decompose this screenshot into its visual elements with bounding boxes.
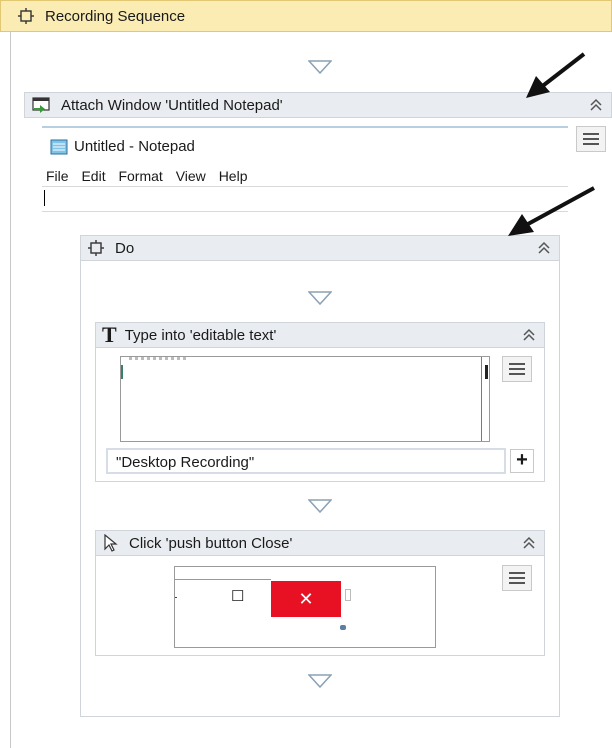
text-caret [44,190,45,206]
click-menu-button[interactable] [502,565,532,591]
workflow-icon [87,239,105,257]
collapse-icon[interactable] [537,241,551,255]
type-into-menu-button[interactable] [502,356,532,382]
collapse-icon[interactable] [522,328,536,342]
type-into-text-field[interactable]: "Desktop Recording" [106,448,506,474]
menu-help: Help [218,168,248,184]
attach-window-title: Attach Window 'Untitled Notepad' [61,96,283,114]
click-title: Click 'push button Close' [129,534,293,552]
click-header[interactable]: Click 'push button Close' [95,530,545,556]
notepad-window-title: Untitled - Notepad [74,138,195,155]
notepad-menu-bar: File Edit Format View Help [46,168,256,184]
drop-indicator-icon[interactable] [308,499,332,513]
drop-indicator-icon[interactable] [308,291,332,305]
attach-window-icon [31,96,51,114]
drop-indicator-icon[interactable] [308,674,332,688]
close-x-icon: ✕ [271,581,341,617]
menu-format: Format [118,168,163,184]
add-button[interactable]: + [510,449,534,473]
annotation-arrow-icon [526,52,586,98]
collapse-icon[interactable] [589,98,603,112]
drop-indicator-icon[interactable] [308,60,332,74]
collapse-icon[interactable] [522,536,536,550]
menu-view: View [175,168,206,184]
notepad-preview: Untitled - Notepad File Edit Format View… [42,126,568,212]
sequence-title: Recording Sequence [45,7,186,25]
menu-file: File [46,168,69,184]
attach-window-menu-button[interactable] [576,126,606,152]
type-text-icon: T [102,322,117,347]
cursor-arrow-icon [103,534,119,552]
sequence-header[interactable]: Recording Sequence [0,0,612,32]
menu-edit: Edit [81,168,106,184]
notepad-text-area [42,186,568,212]
do-title: Do [115,239,135,257]
maximize-icon: ☐ [231,588,245,605]
workflow-icon [15,5,37,27]
type-into-title: Type into 'editable text' [124,326,277,344]
notepad-icon [50,139,68,155]
type-into-header[interactable]: T Type into 'editable text' [95,322,545,348]
annotation-arrow-icon [508,186,595,236]
element-screenshot [120,356,490,442]
do-header[interactable]: Do [80,235,560,261]
close-button-screenshot: ☐ ✕ [174,566,436,648]
